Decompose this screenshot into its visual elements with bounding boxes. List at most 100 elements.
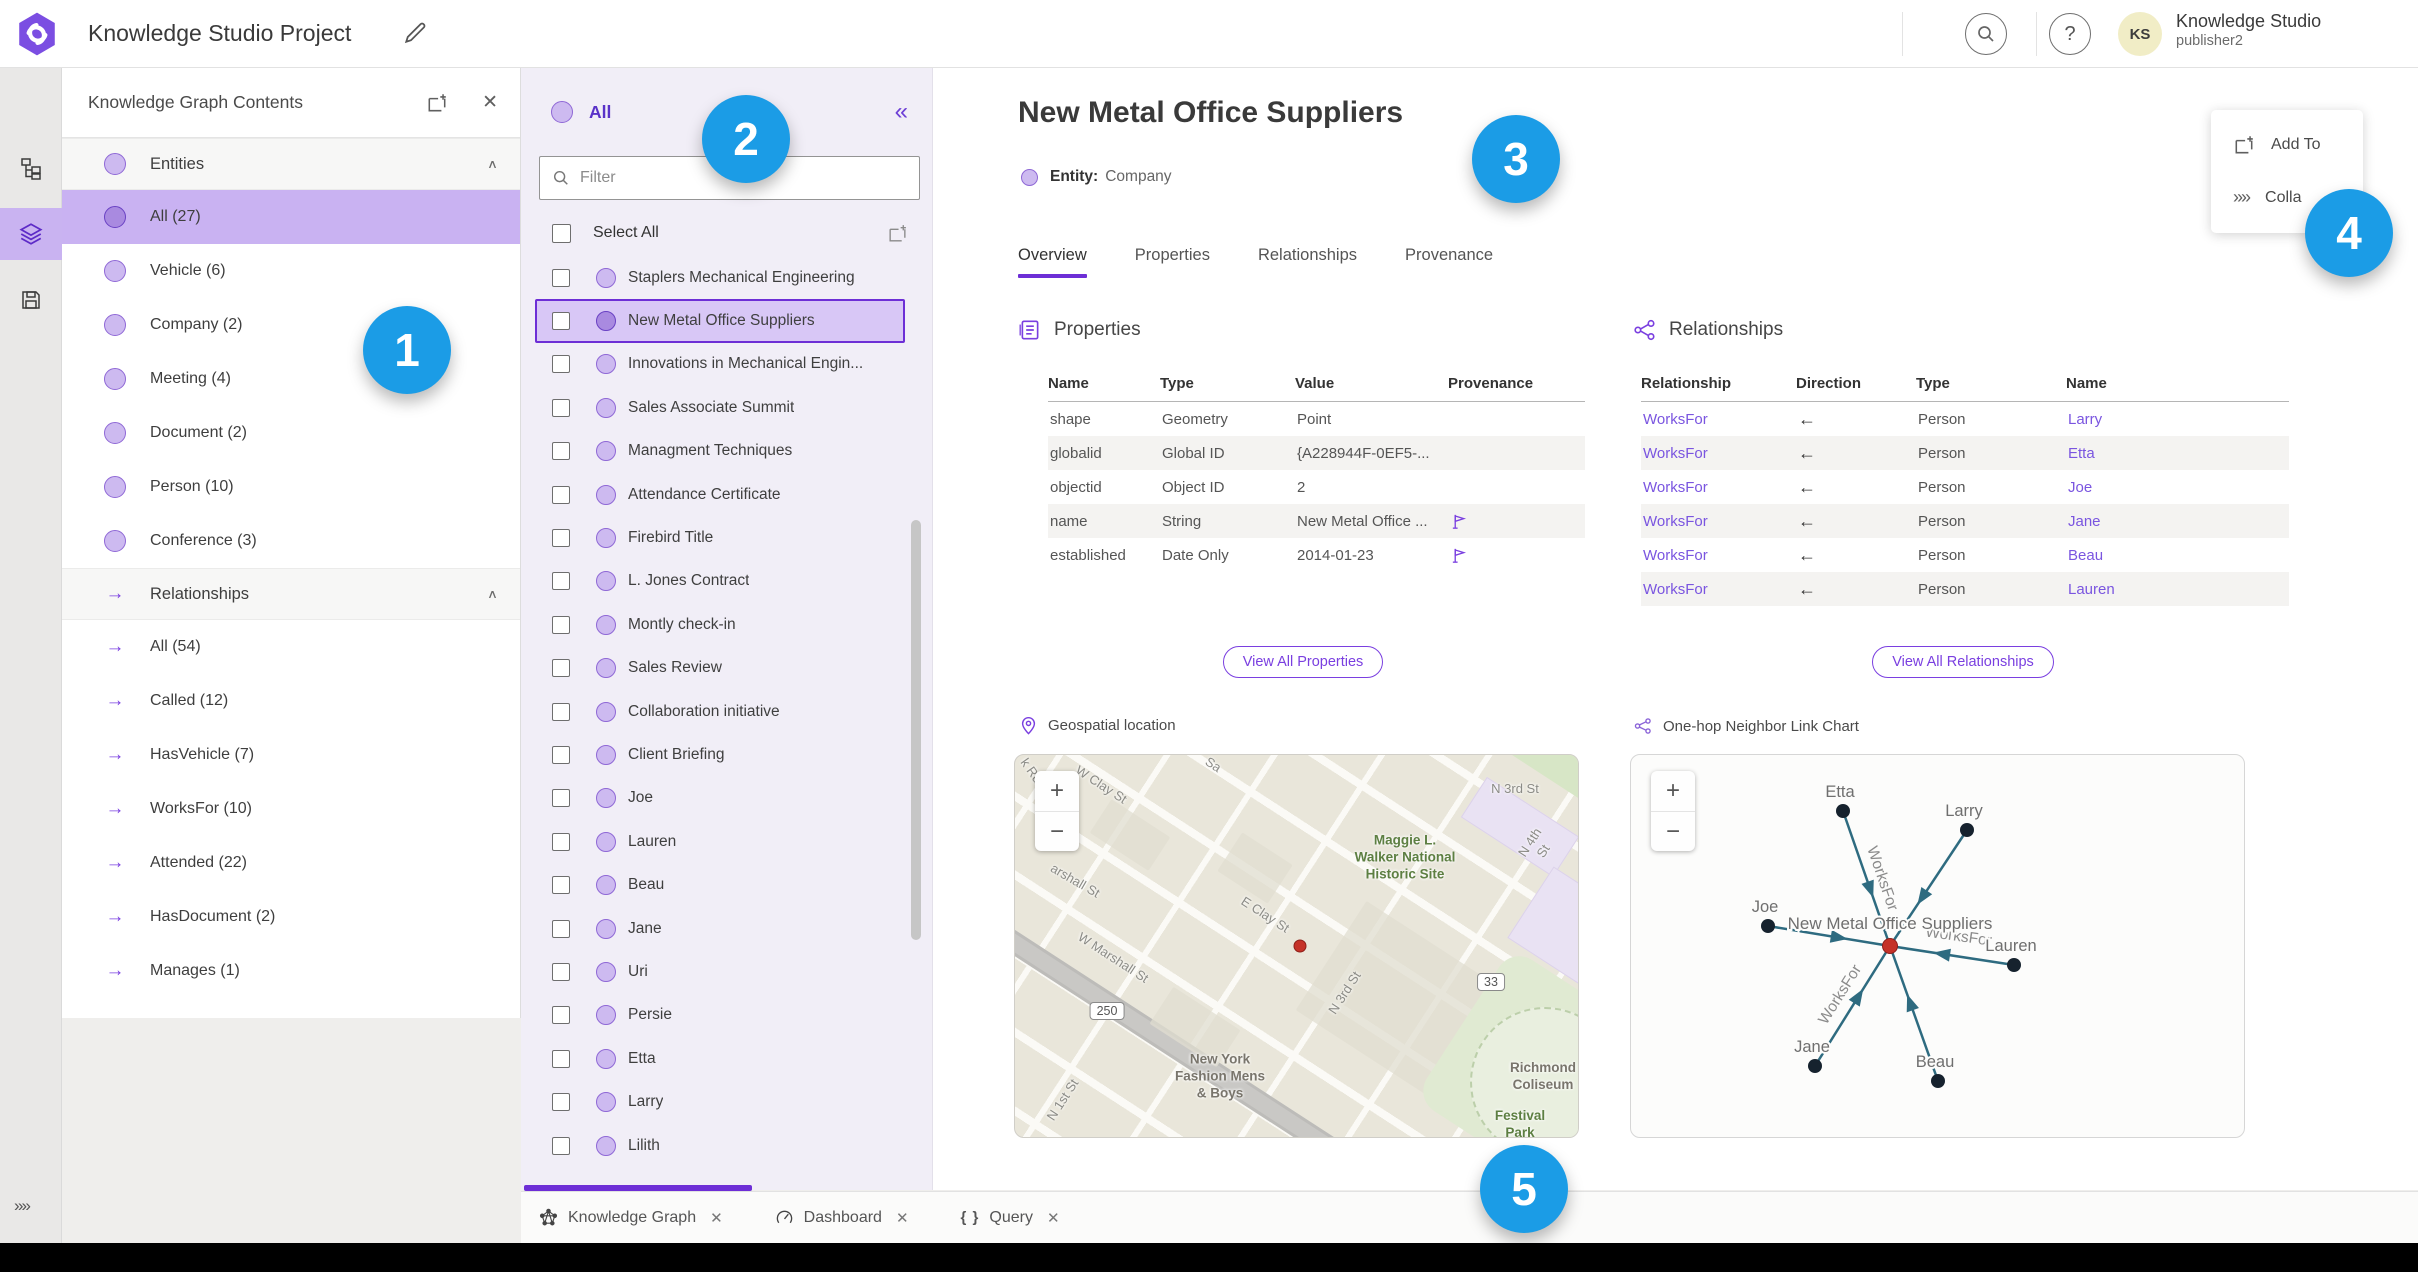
zoom-out-button[interactable]: −	[1651, 811, 1695, 851]
zoom-in-button[interactable]: +	[1651, 771, 1695, 811]
item-checkbox[interactable]	[552, 615, 570, 634]
zoom-in-button[interactable]: +	[1035, 771, 1079, 811]
help-button[interactable]: ?	[2049, 13, 2091, 55]
provenance-flag-icon[interactable]	[1450, 512, 1585, 531]
tree-item-all[interactable]: → All (54)	[62, 620, 520, 674]
data-model-rail-button[interactable]	[0, 142, 62, 194]
list-item[interactable]: Sales Associate Summit	[521, 386, 905, 429]
item-checkbox[interactable]	[552, 832, 570, 851]
relationship-name-link[interactable]: Etta	[2066, 445, 2289, 462]
item-checkbox[interactable]	[552, 572, 570, 591]
list-item[interactable]: Client Briefing	[521, 733, 905, 776]
zoom-out-button[interactable]: −	[1035, 811, 1079, 851]
add-to-new-icon[interactable]	[426, 92, 448, 114]
avatar[interactable]: KS	[2118, 12, 2162, 56]
chart-node-etta[interactable]	[1836, 804, 1850, 818]
item-checkbox[interactable]	[552, 659, 570, 678]
bottom-tab-knowledge-graph[interactable]: Knowledge Graph ✕	[539, 1208, 723, 1227]
item-checkbox[interactable]	[552, 485, 570, 504]
tree-item-conference[interactable]: Conference (3)	[62, 514, 520, 568]
list-item[interactable]: Persie	[521, 994, 905, 1037]
one-hop-link-chart[interactable]: WorksFor WorksFor WorksFor New Metal Office…	[1630, 754, 2245, 1138]
chart-center-node[interactable]	[1882, 938, 1898, 954]
close-tab-icon[interactable]: ✕	[710, 1209, 723, 1227]
tree-item-attended[interactable]: → Attended (22)	[62, 836, 520, 890]
close-panel-icon[interactable]: ✕	[482, 91, 498, 114]
item-checkbox[interactable]	[552, 1093, 570, 1112]
list-item[interactable]: Lauren	[521, 820, 905, 863]
list-item[interactable]: Larry	[521, 1080, 905, 1123]
tree-item-vehicle[interactable]: Vehicle (6)	[62, 244, 520, 298]
bottom-tab-dashboard[interactable]: Dashboard ✕	[775, 1208, 909, 1227]
item-checkbox[interactable]	[552, 1006, 570, 1025]
relationship-name-link[interactable]: Lauren	[2066, 581, 2289, 598]
relationship-name-link[interactable]: Joe	[2066, 479, 2289, 496]
list-scrollbar[interactable]	[911, 520, 921, 940]
list-item[interactable]: Lilith	[521, 1124, 905, 1167]
tab-provenance[interactable]: Provenance	[1405, 246, 1493, 278]
list-item[interactable]: Montly check-in	[521, 603, 905, 646]
list-item[interactable]: Jane	[521, 907, 905, 950]
tree-item-all[interactable]: All (27)	[62, 190, 520, 244]
relationship-link[interactable]: WorksFor	[1641, 445, 1796, 462]
relationship-link[interactable]: WorksFor	[1641, 479, 1796, 496]
chart-node-beau[interactable]	[1931, 1074, 1945, 1088]
section-header-relationships[interactable]: → Relationships ∧	[62, 568, 520, 620]
tab-overview[interactable]: Overview	[1018, 246, 1087, 278]
provenance-flag-icon[interactable]	[1450, 546, 1585, 565]
tree-item-company[interactable]: Company (2)	[62, 298, 520, 352]
list-item[interactable]: Beau	[521, 863, 905, 906]
item-checkbox[interactable]	[552, 312, 570, 331]
item-checkbox[interactable]	[552, 876, 570, 895]
tree-item-meeting[interactable]: Meeting (4)	[62, 352, 520, 406]
close-tab-icon[interactable]: ✕	[1047, 1209, 1060, 1227]
item-checkbox[interactable]	[552, 442, 570, 461]
relationship-link[interactable]: WorksFor	[1641, 411, 1796, 428]
tree-item-hasvehicle[interactable]: → HasVehicle (7)	[62, 728, 520, 782]
item-checkbox[interactable]	[552, 919, 570, 938]
item-checkbox[interactable]	[552, 789, 570, 808]
relationship-link[interactable]: WorksFor	[1641, 513, 1796, 530]
relationship-name-link[interactable]: Jane	[2066, 513, 2289, 530]
tree-item-called[interactable]: → Called (12)	[62, 674, 520, 728]
view-all-properties-button[interactable]: View All Properties	[1222, 646, 1384, 678]
list-item[interactable]: L. Jones Contract	[521, 560, 905, 603]
relationship-link[interactable]: WorksFor	[1641, 547, 1796, 564]
chart-node-joe[interactable]	[1761, 919, 1775, 933]
list-item[interactable]: Collaboration initiative	[521, 690, 905, 733]
list-item[interactable]: Firebird Title	[521, 516, 905, 559]
tree-item-manages[interactable]: → Manages (1)	[62, 944, 520, 998]
item-checkbox[interactable]	[552, 355, 570, 374]
chart-node-jane[interactable]	[1808, 1059, 1822, 1073]
bottom-tab-query[interactable]: { } Query ✕	[961, 1209, 1060, 1227]
list-item[interactable]: Joe	[521, 777, 905, 820]
list-item[interactable]: Attendance Certificate	[521, 473, 905, 516]
add-to-new-icon[interactable]	[887, 223, 908, 244]
item-checkbox[interactable]	[552, 1136, 570, 1155]
list-item[interactable]: Innovations in Mechanical Engin...	[521, 343, 905, 386]
edit-title-icon[interactable]	[400, 18, 430, 48]
list-item[interactable]: Etta	[521, 1037, 905, 1080]
item-checkbox[interactable]	[552, 745, 570, 764]
relationship-name-link[interactable]: Beau	[2066, 547, 2289, 564]
item-checkbox[interactable]	[552, 702, 570, 721]
layers-rail-button[interactable]	[0, 208, 62, 260]
select-all-row[interactable]: Select All	[521, 210, 932, 256]
tree-item-person[interactable]: Person (10)	[62, 460, 520, 514]
geospatial-map[interactable]: k Rd W Clay St Sa N 3rd St N 4th St Maggie L.…	[1014, 754, 1579, 1138]
save-rail-button[interactable]	[0, 274, 62, 326]
section-header-entities[interactable]: Entities ∧	[62, 138, 520, 190]
item-checkbox[interactable]	[552, 398, 570, 417]
item-checkbox[interactable]	[552, 962, 570, 981]
list-item[interactable]: Managment Techniques	[521, 430, 905, 473]
view-all-relationships-button[interactable]: View All Relationships	[1872, 646, 2054, 678]
tree-item-hasdocument[interactable]: → HasDocument (2)	[62, 890, 520, 944]
list-item[interactable]: Sales Review	[521, 647, 905, 690]
expand-rail-button[interactable]: »»	[14, 1196, 31, 1216]
list-item[interactable]: Staplers Mechanical Engineering	[521, 256, 905, 299]
relationship-link[interactable]: WorksFor	[1641, 581, 1796, 598]
select-all-checkbox[interactable]	[552, 223, 571, 243]
menu-item-add-to[interactable]: Add To	[2211, 118, 2363, 171]
item-checkbox[interactable]	[552, 529, 570, 548]
tab-properties[interactable]: Properties	[1135, 246, 1210, 278]
